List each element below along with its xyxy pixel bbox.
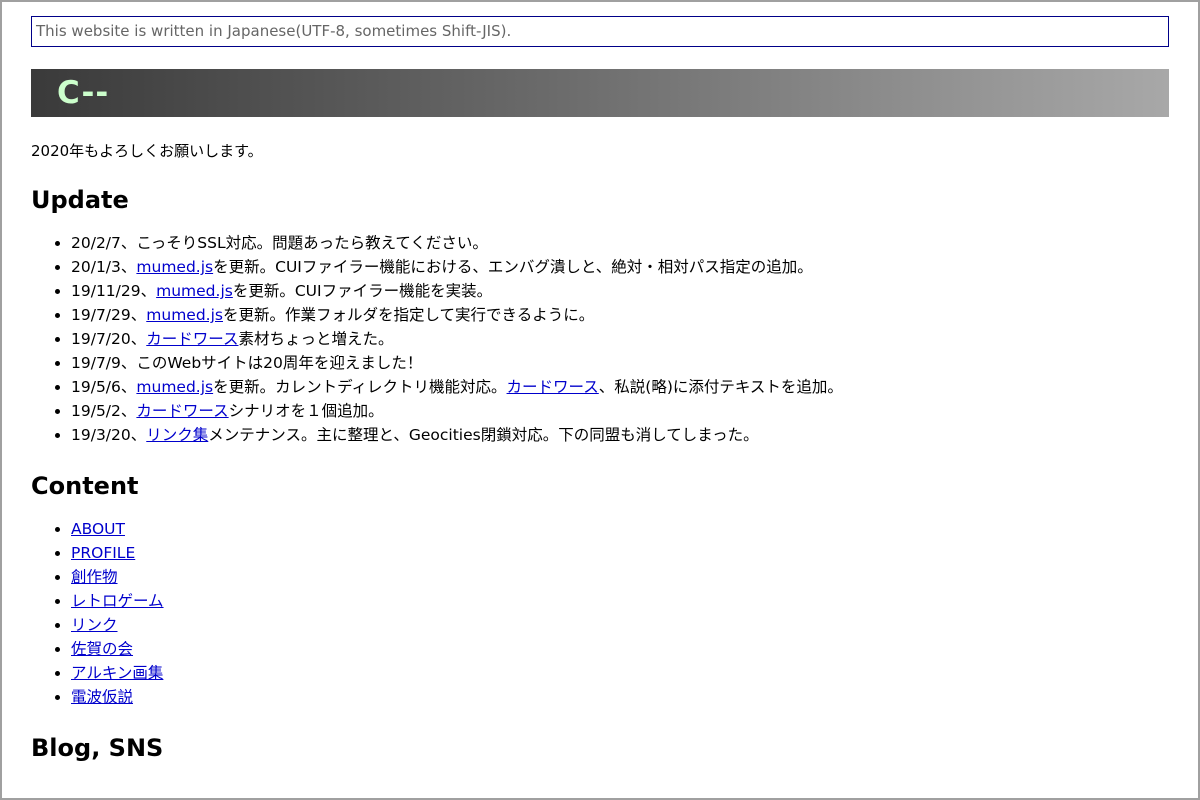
content-link[interactable]: アルキン画集	[71, 664, 163, 682]
blog-sns-heading: Blog, SNS	[31, 734, 164, 762]
update-text: メンテナンス。主に整理と、Geocities閉鎖対応。下の同盟も消してしまった。	[208, 426, 759, 444]
content-heading: Content	[31, 472, 139, 500]
update-text: 、私説(略)に添付テキストを追加。	[598, 378, 843, 396]
update-link[interactable]: カードワース	[146, 330, 238, 348]
site-title: C--	[57, 75, 110, 111]
content-link[interactable]: 電波仮説	[71, 688, 133, 706]
content-link[interactable]: 創作物	[71, 568, 118, 586]
content-item: 創作物	[71, 565, 1169, 589]
update-link[interactable]: mumed.js	[156, 282, 233, 300]
update-text: を更新。CUIファイラー機能における、エンバグ潰しと、絶対・相対パス指定の追加。	[213, 258, 813, 276]
update-link[interactable]: mumed.js	[146, 306, 223, 324]
update-link[interactable]: カードワース	[136, 402, 228, 420]
update-text: 20/2/7、こっそりSSL対応。問題あったら教えてください。	[71, 234, 488, 252]
content-item: レトロゲーム	[71, 589, 1169, 613]
update-text: 20/1/3、	[71, 258, 137, 276]
content-item: ABOUT	[71, 517, 1169, 541]
update-text: シナリオを１個追加。	[228, 402, 384, 420]
update-link[interactable]: mumed.js	[136, 258, 213, 276]
content-link[interactable]: ABOUT	[71, 520, 125, 538]
update-text: 19/11/29、	[71, 282, 157, 300]
content-link[interactable]: リンク	[71, 616, 118, 634]
update-text: 19/3/20、	[71, 426, 147, 444]
update-item: 20/1/3、mumed.jsを更新。CUIファイラー機能における、エンバグ潰し…	[71, 255, 1169, 279]
content-link[interactable]: 佐賀の会	[71, 640, 133, 658]
update-link[interactable]: mumed.js	[136, 378, 213, 396]
update-text: を更新。カレントディレクトリ機能対応。	[213, 378, 507, 396]
update-text: 19/7/29、	[71, 306, 147, 324]
content-item: PROFILE	[71, 541, 1169, 565]
content-link[interactable]: PROFILE	[71, 544, 135, 562]
page: This website is written in Japanese(UTF-…	[2, 2, 1198, 763]
update-text: を更新。CUIファイラー機能を実装。	[232, 282, 493, 300]
content-item: 電波仮説	[71, 685, 1169, 709]
content-link[interactable]: レトロゲーム	[71, 592, 164, 610]
update-item: 19/7/20、カードワース素材ちょっと増えた。	[71, 327, 1169, 351]
update-text: 19/5/2、	[71, 402, 137, 420]
update-text: 素材ちょっと増えた。	[238, 330, 394, 348]
update-item: 19/5/2、カードワースシナリオを１個追加。	[71, 399, 1169, 423]
update-item: 20/2/7、こっそりSSL対応。問題あったら教えてください。	[71, 231, 1169, 255]
update-text: 19/7/20、	[71, 330, 147, 348]
greeting-text: 2020年もよろしくお願いします。	[31, 142, 263, 160]
update-item: 19/11/29、mumed.jsを更新。CUIファイラー機能を実装。	[71, 279, 1169, 303]
update-item: 19/3/20、リンク集メンテナンス。主に整理と、Geocities閉鎖対応。下…	[71, 423, 1169, 447]
update-item: 19/5/6、mumed.jsを更新。カレントディレクトリ機能対応。カードワース…	[71, 375, 1169, 399]
update-link[interactable]: リンク集	[146, 426, 208, 444]
language-notice-text: This website is written in Japanese(UTF-…	[36, 22, 512, 40]
update-text: 19/7/9、このWebサイトは20周年を迎えました！	[71, 354, 423, 372]
content-list: ABOUT PROFILE 創作物レトロゲームリンク佐賀の会アルキン画集電波仮説	[31, 517, 1169, 709]
update-item: 19/7/9、このWebサイトは20周年を迎えました！	[71, 351, 1169, 375]
update-link[interactable]: カードワース	[507, 378, 599, 396]
update-heading: Update	[31, 186, 129, 214]
content-item: アルキン画集	[71, 661, 1169, 685]
site-title-bar: C--	[31, 69, 1169, 117]
update-text: を更新。作業フォルダを指定して実行できるように。	[222, 306, 595, 324]
content-item: リンク	[71, 613, 1169, 637]
update-list: 20/2/7、こっそりSSL対応。問題あったら教えてください。20/1/3、mu…	[31, 231, 1169, 447]
update-text: 19/5/6、	[71, 378, 137, 396]
language-notice-box: This website is written in Japanese(UTF-…	[31, 16, 1169, 47]
update-item: 19/7/29、mumed.jsを更新。作業フォルダを指定して実行できるように。	[71, 303, 1169, 327]
content-item: 佐賀の会	[71, 637, 1169, 661]
